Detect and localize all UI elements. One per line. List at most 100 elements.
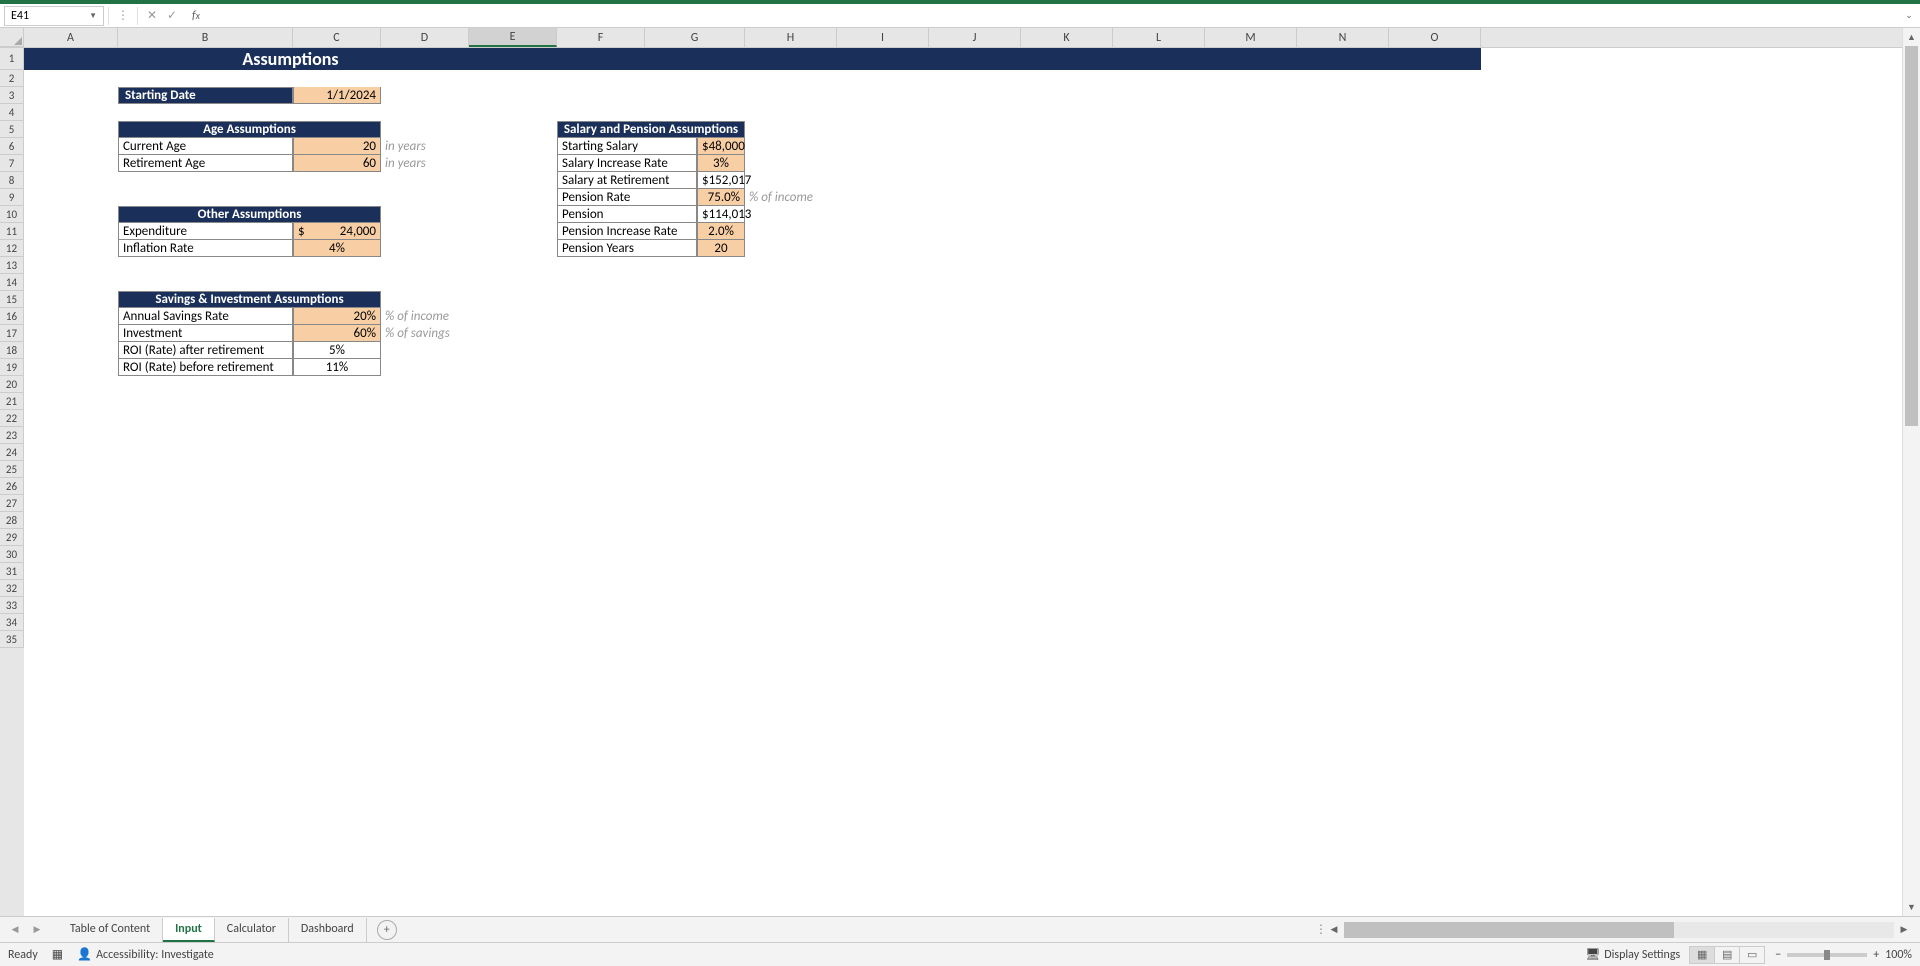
col-header[interactable]: H — [745, 28, 837, 47]
page-break-button[interactable]: ▭ — [1739, 946, 1765, 964]
expand-formula-icon[interactable]: ⌄ — [1902, 6, 1916, 26]
savings-value[interactable]: 11% — [293, 359, 381, 376]
horizontal-scrollbar[interactable] — [1344, 922, 1894, 938]
row-header[interactable]: 22 — [0, 410, 24, 427]
cancel-icon[interactable]: ✕ — [144, 8, 160, 24]
enter-icon[interactable]: ✓ — [164, 8, 180, 24]
page-layout-button[interactable]: ▤ — [1714, 946, 1740, 964]
row-header[interactable]: 8 — [0, 172, 24, 189]
col-header[interactable]: N — [1297, 28, 1389, 47]
zoom-level[interactable]: 100% — [1885, 948, 1912, 962]
salary-value[interactable]: $152,017 — [697, 172, 745, 189]
row-header[interactable]: 18 — [0, 342, 24, 359]
row-header[interactable]: 33 — [0, 597, 24, 614]
row-header[interactable]: 28 — [0, 512, 24, 529]
col-header[interactable]: O — [1389, 28, 1481, 47]
tab-next-icon[interactable]: ▶ — [28, 921, 46, 939]
sheet-tab[interactable]: Table of Content — [58, 918, 163, 942]
select-all-corner[interactable] — [0, 28, 24, 47]
vertical-scrollbar[interactable]: ▲ ▼ — [1902, 28, 1920, 916]
zoom-out-button[interactable]: − — [1775, 948, 1781, 962]
col-header[interactable]: E — [469, 28, 557, 47]
row-header[interactable]: 35 — [0, 631, 24, 648]
accessibility-button[interactable]: 👤 Accessibility: Investigate — [77, 947, 214, 962]
row-header[interactable]: 1 — [0, 48, 24, 70]
row-header[interactable]: 17 — [0, 325, 24, 342]
savings-value[interactable]: 60% — [293, 325, 381, 342]
salary-value[interactable]: $48,000 — [697, 138, 745, 155]
row-header[interactable]: 16 — [0, 308, 24, 325]
fx-icon[interactable]: fx — [186, 8, 206, 24]
scroll-down-icon[interactable]: ▼ — [1903, 898, 1920, 916]
row-header[interactable]: 31 — [0, 563, 24, 580]
savings-value[interactable]: 5% — [293, 342, 381, 359]
row-header[interactable]: 7 — [0, 155, 24, 172]
dropdown-icon[interactable]: ▼ — [89, 11, 97, 21]
row-header[interactable]: 14 — [0, 274, 24, 291]
row-header[interactable]: 24 — [0, 444, 24, 461]
dots-icon[interactable]: ⋮ — [115, 8, 131, 24]
tab-prev-icon[interactable]: ◀ — [6, 921, 24, 939]
starting-date-value[interactable]: 1/1/2024 — [293, 87, 381, 104]
row-header[interactable]: 12 — [0, 240, 24, 257]
row-header[interactable]: 27 — [0, 495, 24, 512]
col-header[interactable]: M — [1205, 28, 1297, 47]
normal-view-button[interactable]: ▦ — [1689, 946, 1715, 964]
age-value[interactable]: 60 — [293, 155, 381, 172]
col-header[interactable]: L — [1113, 28, 1205, 47]
col-header[interactable]: J — [929, 28, 1021, 47]
row-header[interactable]: 13 — [0, 257, 24, 274]
salary-value[interactable]: 2.0% — [697, 223, 745, 240]
add-sheet-button[interactable]: + — [377, 920, 397, 940]
row-header[interactable]: 26 — [0, 478, 24, 495]
formula-input[interactable] — [210, 6, 1902, 26]
salary-value[interactable]: 3% — [697, 155, 745, 172]
sheet-tab[interactable]: Input — [163, 918, 215, 942]
col-header[interactable]: B — [118, 28, 293, 47]
cells-area[interactable]: AssumptionsStarting Date1/1/2024Age Assu… — [24, 48, 1902, 916]
row-header[interactable]: 25 — [0, 461, 24, 478]
row-header[interactable]: 2 — [0, 70, 24, 87]
col-header[interactable]: D — [381, 28, 469, 47]
col-header[interactable]: A — [24, 28, 118, 47]
macro-icon[interactable]: ▦ — [52, 947, 63, 962]
col-header[interactable]: G — [645, 28, 745, 47]
row-header[interactable]: 5 — [0, 121, 24, 138]
col-header[interactable]: F — [557, 28, 645, 47]
row-header[interactable]: 21 — [0, 393, 24, 410]
row-header[interactable]: 15 — [0, 291, 24, 308]
row-header[interactable]: 23 — [0, 427, 24, 444]
split-handle[interactable]: ⋮ — [1318, 922, 1324, 938]
other-value[interactable]: $24,000 — [293, 223, 381, 240]
salary-value[interactable]: 75.0% — [697, 189, 745, 206]
row-header[interactable]: 29 — [0, 529, 24, 546]
hscroll-left-icon[interactable]: ◀ — [1326, 922, 1342, 938]
hscroll-right-icon[interactable]: ▶ — [1896, 922, 1912, 938]
row-header[interactable]: 34 — [0, 614, 24, 631]
row-header[interactable]: 6 — [0, 138, 24, 155]
row-header[interactable]: 9 — [0, 189, 24, 206]
row-header[interactable]: 11 — [0, 223, 24, 240]
name-box[interactable]: E41 ▼ — [4, 6, 104, 26]
zoom-slider[interactable] — [1787, 953, 1867, 957]
row-header[interactable]: 10 — [0, 206, 24, 223]
sheet-tab[interactable]: Dashboard — [289, 918, 367, 942]
row-header[interactable]: 32 — [0, 580, 24, 597]
display-settings-button[interactable]: 🖥 Display Settings — [1585, 947, 1680, 962]
other-value[interactable]: 4% — [293, 240, 381, 257]
sheet-tab[interactable]: Calculator — [215, 918, 289, 942]
col-header[interactable]: K — [1021, 28, 1113, 47]
salary-value[interactable]: 20 — [697, 240, 745, 257]
col-header[interactable]: C — [293, 28, 381, 47]
age-value[interactable]: 20 — [293, 138, 381, 155]
salary-value[interactable]: $114,013 — [697, 206, 745, 223]
col-header[interactable]: I — [837, 28, 929, 47]
row-header[interactable]: 3 — [0, 87, 24, 104]
scroll-up-icon[interactable]: ▲ — [1903, 28, 1920, 46]
row-header[interactable]: 19 — [0, 359, 24, 376]
row-header[interactable]: 4 — [0, 104, 24, 121]
zoom-in-button[interactable]: + — [1873, 948, 1879, 962]
savings-value[interactable]: 20% — [293, 308, 381, 325]
row-header[interactable]: 20 — [0, 376, 24, 393]
row-header[interactable]: 30 — [0, 546, 24, 563]
